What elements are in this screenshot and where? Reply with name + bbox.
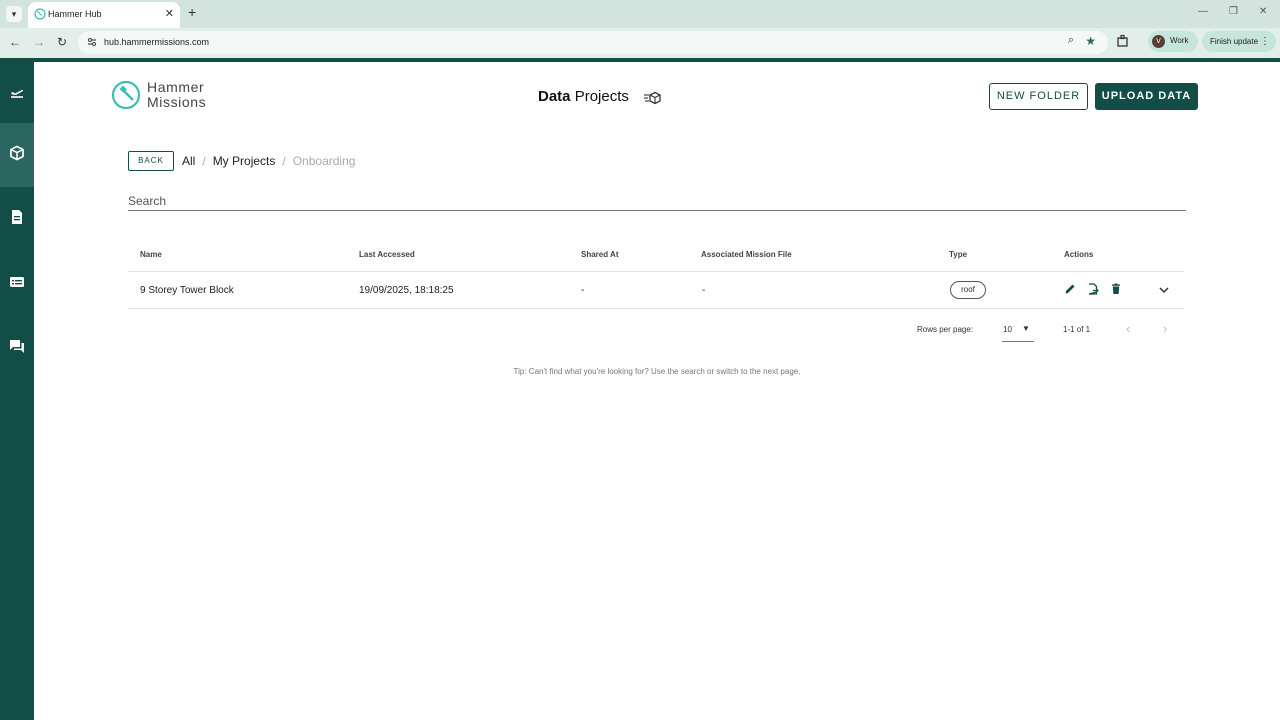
sidebar-item-reports[interactable] (0, 187, 34, 251)
data-cube-icon (644, 91, 661, 105)
breadcrumb-all[interactable]: All (182, 154, 195, 168)
profile-label: Work (1170, 36, 1189, 45)
search-input[interactable]: Search (128, 194, 1186, 211)
minimize-icon[interactable]: — (1198, 6, 1208, 17)
column-header-shared-at[interactable]: Shared At (581, 250, 619, 259)
app-top-border (0, 58, 1280, 62)
avatar: V (1152, 35, 1165, 48)
column-header-mission-file[interactable]: Associated Mission File (701, 250, 792, 259)
flight-icon (11, 89, 24, 98)
cube-icon (10, 145, 24, 161)
edit-icon[interactable] (1064, 283, 1076, 295)
hammer-missions-logo[interactable]: Hammer Missions (111, 80, 206, 115)
breadcrumb-my-projects[interactable]: My Projects (213, 154, 276, 168)
dropdown-caret-icon: ▼ (1022, 324, 1030, 333)
chat-icon (10, 340, 24, 353)
logo-line2: Missions (147, 94, 207, 110)
bookmark-star-icon[interactable]: ★ (1085, 34, 1096, 48)
breadcrumb-separator: / (282, 154, 286, 168)
list-icon (10, 277, 24, 287)
finish-update-button[interactable]: Finish update ⋮ (1202, 31, 1276, 52)
address-bar[interactable]: hub.hammermissions.com ⌕ ★ (78, 31, 1108, 54)
search-tip: Tip: Can't find what you're looking for?… (513, 367, 801, 376)
profile-button[interactable]: V Work (1148, 31, 1198, 52)
page-title-rest: Projects (574, 88, 629, 105)
logo-line1: Hammer (147, 79, 205, 95)
sidebar-item-data-projects[interactable] (0, 123, 34, 187)
rows-per-page-label: Rows per page: (917, 325, 974, 334)
close-window-icon[interactable]: ✕ (1259, 6, 1267, 17)
table-row[interactable]: 9 Storey Tower Block 19/09/2025, 18:18:2… (128, 272, 1184, 309)
hammer-favicon-icon (34, 8, 46, 20)
logo-wordmark: Hammer Missions (147, 80, 206, 110)
forward-arrow-icon[interactable]: → (33, 35, 45, 49)
cell-shared-at: - (581, 285, 585, 296)
column-header-last-accessed[interactable]: Last Accessed (359, 250, 415, 259)
zoom-icon[interactable]: ⌕ (1068, 34, 1074, 47)
projects-table: Name Last Accessed Shared At Associated … (128, 245, 1184, 309)
new-tab-button[interactable]: + (188, 4, 196, 20)
next-page-icon[interactable]: › (1163, 321, 1167, 336)
browser-tab-bar: ▾ Hammer Hub ✕ + — ❐ ✕ (0, 0, 1280, 28)
close-tab-icon[interactable]: ✕ (165, 7, 174, 20)
expand-row-chevron-icon[interactable] (1158, 285, 1170, 295)
finish-update-label: Finish update (1210, 37, 1259, 46)
table-header: Name Last Accessed Shared At Associated … (128, 245, 1184, 272)
breadcrumb: All / My Projects / Onboarding (182, 154, 355, 168)
url-text: hub.hammermissions.com (104, 37, 210, 47)
pagination: Rows per page: 10 ▼ 1-1 of 1 ‹ › (917, 321, 1177, 342)
type-chip: roof (950, 281, 986, 299)
more-menu-icon[interactable]: ⋮ (1260, 31, 1270, 52)
page-title: Data Projects (538, 88, 629, 105)
breadcrumb-separator: / (202, 154, 206, 168)
tab-search-chevron-icon[interactable]: ▾ (6, 6, 22, 22)
sidebar-item-flights[interactable] (0, 62, 34, 126)
sidebar (0, 62, 34, 720)
breadcrumb-onboarding: Onboarding (292, 154, 356, 168)
browser-tab[interactable]: Hammer Hub ✕ (28, 2, 180, 28)
browser-toolbar: ← → ↻ hub.hammermissions.com ⌕ ★ V Work … (0, 28, 1280, 58)
column-header-type: Type (949, 250, 968, 259)
back-arrow-icon[interactable]: ← (9, 35, 21, 49)
column-header-actions: Actions (1064, 250, 1094, 259)
page-range: 1-1 of 1 (1063, 325, 1091, 334)
move-file-icon[interactable] (1087, 283, 1099, 295)
cell-mission-file: - (702, 285, 706, 296)
cell-name[interactable]: 9 Storey Tower Block (140, 285, 234, 296)
previous-page-icon[interactable]: ‹ (1126, 321, 1130, 336)
reload-icon[interactable]: ↻ (57, 35, 67, 49)
upload-data-button[interactable]: UPLOAD DATA (1095, 83, 1198, 110)
page-title-bold: Data (538, 88, 571, 105)
restore-icon[interactable]: ❐ (1229, 6, 1238, 17)
sidebar-item-lists[interactable] (0, 252, 34, 316)
hammer-logo-icon (111, 80, 141, 110)
back-button[interactable]: BACK (128, 151, 174, 171)
delete-icon[interactable] (1110, 283, 1122, 295)
rows-per-page-select[interactable]: 10 ▼ (1002, 324, 1034, 342)
new-folder-button[interactable]: NEW FOLDER (989, 83, 1088, 110)
tab-title: Hammer Hub (48, 9, 102, 19)
rows-per-page-value: 10 (1003, 325, 1012, 334)
cell-last-accessed: 19/09/2025, 18:18:25 (359, 285, 454, 296)
extensions-icon[interactable] (1116, 34, 1130, 48)
report-icon (12, 210, 22, 224)
column-header-name[interactable]: Name (140, 250, 162, 259)
site-info-icon[interactable] (86, 36, 98, 48)
